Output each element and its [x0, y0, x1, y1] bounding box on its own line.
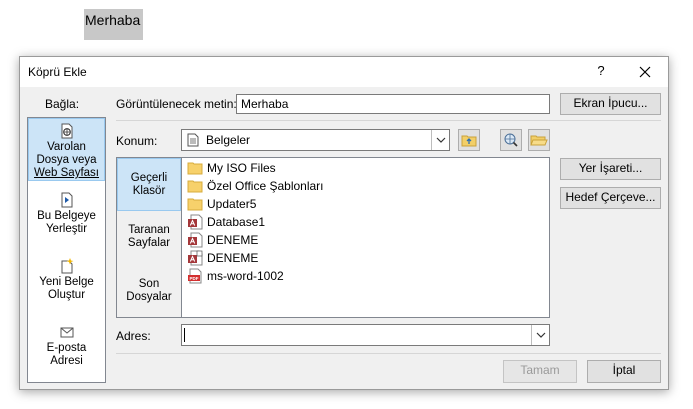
link-to-sidebar: Varolan Dosya veya Web Sayfası Bu Belgey… [27, 117, 106, 383]
list-item[interactable]: Updater5 [186, 195, 256, 213]
tab-current-folder-line1: Geçerli [130, 172, 168, 184]
chevron-down-icon [436, 137, 446, 143]
access-file-icon [188, 232, 203, 248]
address-label: Adres: [116, 329, 151, 343]
svg-text:PDF: PDF [190, 276, 199, 281]
close-button[interactable] [632, 61, 658, 83]
list-item[interactable]: PDF ms-word-1002 [186, 267, 284, 285]
browse-web-icon [504, 133, 518, 147]
list-item[interactable]: My ISO Files [186, 159, 276, 177]
list-item[interactable]: DENEME [186, 231, 258, 249]
look-in-value: Belgeler [206, 133, 251, 147]
close-icon [639, 66, 651, 78]
link-to-place-line1: Bu Belgeye [37, 210, 96, 222]
screen-tip-button[interactable]: Ekran İpucu... [560, 93, 661, 115]
tab-recent-files-line2: Dosyalar [126, 291, 172, 303]
file-name: DENEME [207, 233, 259, 247]
tab-browsed-pages[interactable]: Taranan Sayfalar [117, 224, 181, 254]
display-text-value: Merhaba [241, 97, 289, 111]
tab-browsed-pages-line1: Taranan [128, 224, 170, 236]
file-name: Database1 [207, 215, 266, 229]
link-to-existing-line3: Web Sayfası [34, 167, 99, 179]
separator [116, 353, 661, 354]
separator [116, 120, 661, 121]
existing-file-icon [61, 123, 72, 139]
display-text-label: Görüntülenecek metin: [116, 97, 237, 111]
file-list: My ISO Files Özel Office Şablonları Upda… [183, 158, 549, 317]
list-item[interactable]: Özel Office Şablonları [186, 177, 324, 195]
pdf-file-icon: PDF [188, 268, 202, 284]
folder-icon [187, 198, 203, 211]
browse-panel: Geçerli Klasör Taranan Sayfalar Son Dosy… [116, 157, 550, 318]
help-button[interactable]: ? [592, 63, 610, 81]
documents-folder-icon [187, 133, 199, 147]
look-in-label: Konum: [116, 134, 158, 148]
file-name: DENEME [207, 251, 259, 265]
look-in-dropdown[interactable]: Belgeler [181, 129, 450, 151]
link-to-new-line1: Yeni Belge [39, 276, 94, 288]
list-item[interactable]: Database1 [186, 213, 265, 231]
insert-hyperlink-dialog: Köprü Ekle ? Bağla: Görüntülenecek metin… [19, 56, 669, 390]
file-name: Özel Office Şablonları [207, 179, 324, 193]
link-to-existing-line2: Dosya veya [36, 154, 97, 166]
link-to-email-line2: Adresi [50, 355, 83, 367]
ok-button[interactable]: Tamam [503, 360, 577, 383]
file-name: Updater5 [207, 197, 257, 211]
look-in-dropdown-arrow[interactable] [431, 130, 449, 150]
link-to-new-line2: Oluştur [47, 289, 86, 301]
browse-web-button[interactable] [500, 129, 522, 151]
browse-tabs: Geçerli Klasör Taranan Sayfalar Son Dosy… [117, 158, 182, 317]
address-dropdown[interactable] [181, 324, 550, 346]
document-selected-text[interactable]: Merhaba [84, 9, 143, 40]
link-to-new-document[interactable]: Yeni Belge Oluştur [28, 258, 105, 308]
folder-icon [187, 162, 203, 175]
target-frame-button[interactable]: Hedef Çerçeve... [560, 187, 661, 209]
up-one-folder-button[interactable] [458, 129, 480, 151]
file-name: ms-word-1002 [207, 269, 284, 283]
folder-icon [187, 180, 203, 193]
link-to-place-line2: Yerleştir [45, 223, 88, 235]
display-text-field[interactable]: Merhaba [236, 94, 550, 114]
cancel-button[interactable]: İptal [587, 360, 661, 383]
new-document-icon [61, 258, 73, 274]
tab-current-folder[interactable]: Geçerli Klasör [117, 158, 181, 211]
link-to-email-line1: E-posta [46, 342, 87, 354]
link-to-existing-file[interactable]: Varolan Dosya veya Web Sayfası [28, 118, 105, 181]
tab-recent-files-line1: Son [138, 278, 160, 290]
address-dropdown-arrow[interactable] [531, 325, 549, 345]
dialog-titlebar: Köprü Ekle ? [20, 57, 668, 87]
tab-recent-files[interactable]: Son Dosyalar [117, 278, 181, 308]
access-file-icon [188, 214, 203, 230]
list-item[interactable]: DENEME [186, 249, 258, 267]
link-to-email[interactable]: E-posta Adresi [28, 324, 105, 374]
browse-file-button[interactable] [528, 129, 550, 151]
link-to-existing-line1: Varolan [47, 141, 86, 153]
link-to-place-in-document[interactable]: Bu Belgeye Yerleştir [28, 192, 105, 242]
dialog-title: Köprü Ekle [28, 65, 87, 79]
chevron-down-icon [536, 332, 546, 338]
email-icon [60, 327, 73, 338]
tab-current-folder-line2: Klasör [132, 185, 166, 197]
bookmark-button[interactable]: Yer İşareti... [560, 158, 661, 180]
open-folder-icon [530, 135, 548, 146]
file-name: My ISO Files [207, 161, 276, 175]
up-folder-icon [461, 135, 477, 147]
text-cursor [184, 328, 185, 342]
tab-browsed-pages-line2: Sayfalar [127, 237, 171, 249]
link-to-label: Bağla: [45, 97, 80, 111]
place-in-document-icon [61, 192, 72, 208]
access-shortcut-icon [188, 250, 203, 266]
